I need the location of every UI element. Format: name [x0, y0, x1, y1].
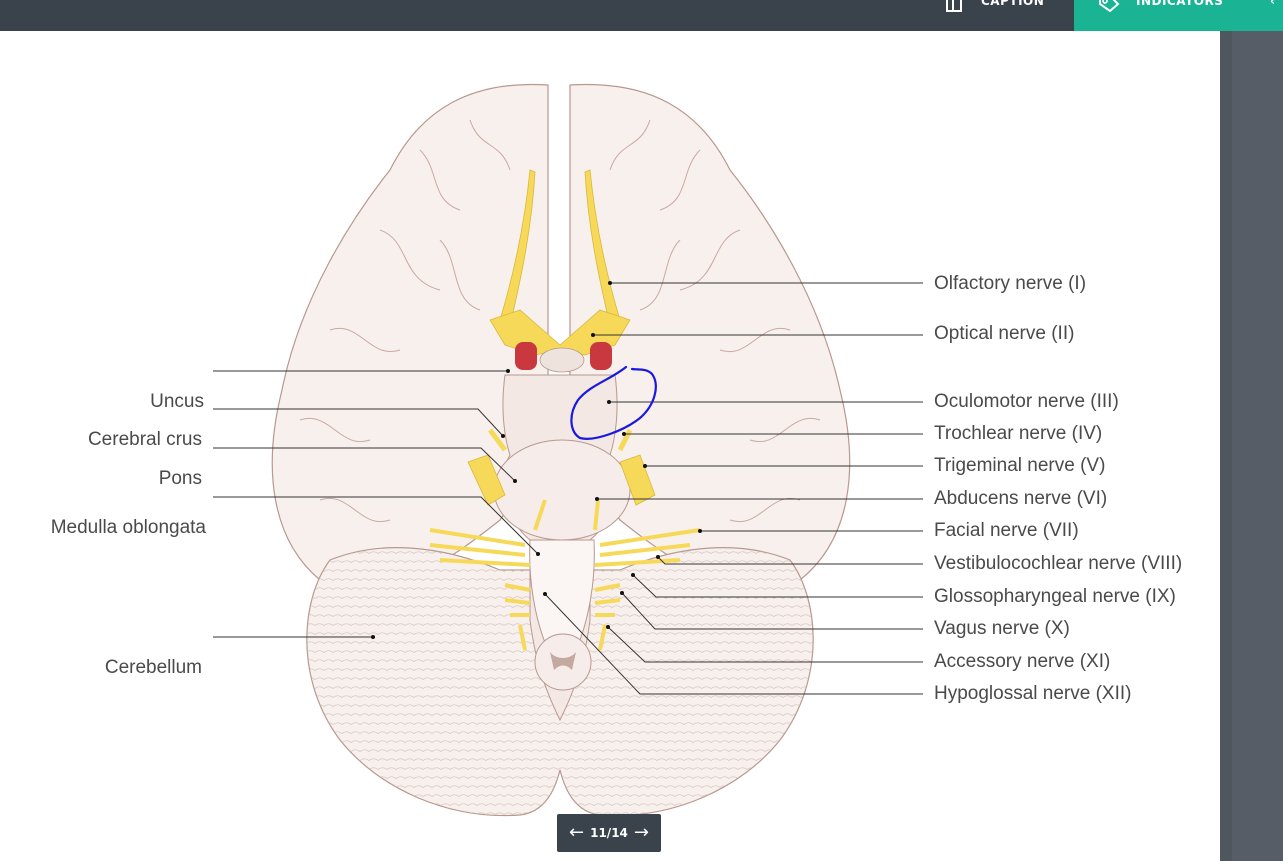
arrow-left-icon[interactable]: ←	[563, 824, 590, 842]
top-toolbar: CAPTION INDICATORS ‹	[0, 0, 1283, 31]
label-trigeminal-nerve: Trigeminal nerve (V)	[934, 455, 1106, 476]
side-panel-inner	[1232, 31, 1283, 861]
label-vestibulocochlear-nerve: Vestibulocochlear nerve (VIII)	[934, 553, 1183, 574]
artery-right	[590, 342, 612, 370]
arrow-right-icon[interactable]: →	[628, 824, 655, 842]
label-cerebellum: Cerebellum	[104, 657, 202, 678]
image-pager: ← 11/14 →	[557, 814, 661, 852]
label-cerebral-crus: Cerebral crus	[87, 429, 202, 450]
page-counter: 11/14	[590, 826, 628, 840]
label-vagus-nerve: Vagus nerve (X)	[934, 618, 1070, 639]
caption-tab[interactable]: CAPTION	[930, 0, 1070, 31]
overflow-icon[interactable]: ‹	[1270, 0, 1275, 8]
artery-left	[515, 342, 537, 370]
label-medulla-oblongata: Medulla oblongata	[50, 517, 206, 538]
label-accessory-nerve: Accessory nerve (XI)	[934, 651, 1111, 672]
label-trochlear-nerve: Trochlear nerve (IV)	[934, 423, 1103, 444]
indicators-tab-label: INDICATORS	[1136, 0, 1224, 8]
label-hypoglossal-nerve: Hypoglossal nerve (XII)	[934, 683, 1132, 704]
label-abducens-nerve: Abducens nerve (VI)	[934, 488, 1108, 509]
side-panel	[1220, 31, 1283, 861]
pons-shape	[493, 439, 631, 541]
label-facial-nerve: Facial nerve (VII)	[934, 520, 1079, 541]
label-oculomotor-nerve: Oculomotor nerve (III)	[934, 391, 1119, 412]
label-glossopharyngeal-nerve: Glossopharyngeal nerve (IX)	[934, 586, 1176, 607]
label-optical-nerve: Optical nerve (II)	[934, 323, 1075, 344]
caption-tab-label: CAPTION	[981, 0, 1045, 8]
image-viewer: Uncus Cerebral crus Pons Medulla oblonga…	[0, 31, 1220, 861]
book-icon	[946, 0, 962, 12]
tag-icon	[1099, 0, 1120, 12]
label-uncus: Uncus	[150, 391, 204, 412]
label-olfactory-nerve: Olfactory nerve (I)	[934, 273, 1087, 294]
indicators-tab[interactable]: INDICATORS ‹	[1074, 0, 1283, 31]
label-pons: Pons	[158, 468, 202, 489]
